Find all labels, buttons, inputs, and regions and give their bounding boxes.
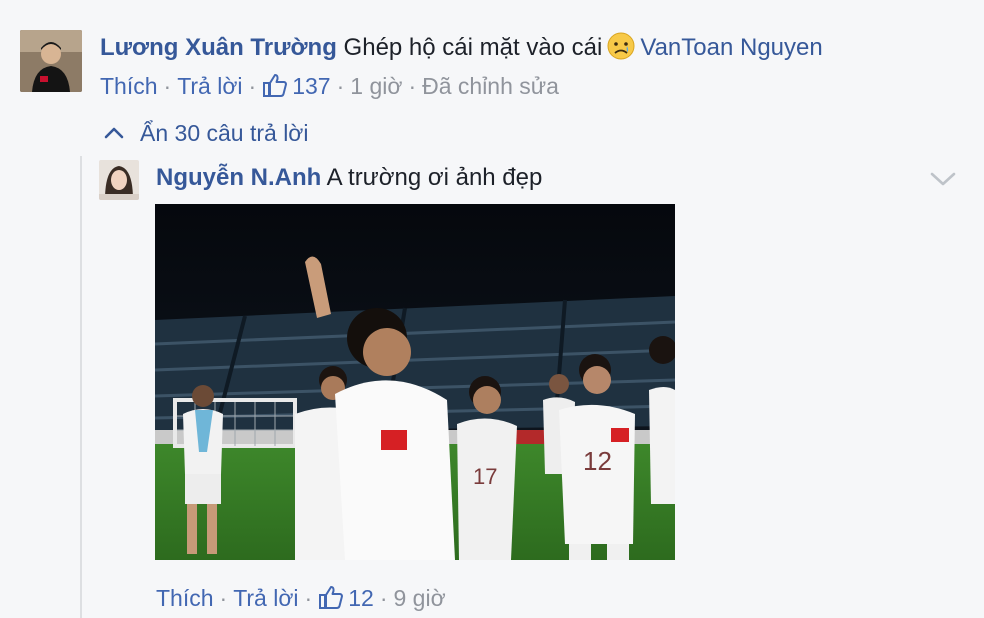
comment-options-button[interactable] [928, 166, 958, 192]
like-link[interactable]: Thích [156, 585, 214, 611]
reply-author-link[interactable]: Nguyễn N.Anh [156, 164, 321, 191]
avatar-photo [99, 160, 139, 200]
hide-replies-link[interactable]: Ẩn 30 câu trả lời [104, 118, 309, 148]
reply-actions: Thích · Trả lời · 12 · 9 giờ [156, 583, 446, 617]
reply-avatar[interactable] [99, 160, 139, 200]
tagged-user-link[interactable]: VanToan Nguyen [640, 34, 822, 61]
timestamp[interactable]: 9 giờ [393, 585, 445, 611]
separator: · [163, 73, 172, 99]
reply-link[interactable]: Trả lời [177, 73, 242, 99]
football-team-photo: 17 12 [155, 204, 675, 560]
reply-link[interactable]: Trả lời [233, 585, 298, 611]
separator: · [336, 73, 345, 99]
avatar[interactable] [20, 30, 82, 92]
timestamp[interactable]: 1 giờ [350, 73, 402, 99]
separator: · [379, 585, 388, 611]
comment-author-link[interactable]: Lương Xuân Trường [100, 34, 337, 61]
like-count: 12 [348, 585, 374, 611]
like-count: 137 [292, 73, 331, 99]
chevron-down-icon [930, 172, 956, 186]
reply-thread-line [80, 156, 82, 618]
thumbs-up-icon [318, 584, 344, 617]
comment-photo[interactable]: 17 12 [155, 204, 675, 560]
like-count-link[interactable]: 137 [262, 73, 331, 99]
crying-face-icon [606, 31, 636, 69]
separator: · [219, 585, 228, 611]
comment-body: Lương Xuân Trường Ghép hộ cái mặt vào cá… [100, 31, 823, 69]
separator: · [304, 585, 313, 611]
reply-text: A trường ơi ảnh đẹp [326, 164, 543, 191]
avatar-photo [20, 30, 82, 92]
comment-actions: Thích · Trả lời · 137 · 1 giờ · Đã chỉnh sửa [100, 71, 559, 105]
hide-replies-label: Ẩn 30 câu trả lời [140, 120, 309, 146]
like-link[interactable]: Thích [100, 73, 158, 99]
edited-label[interactable]: Đã chỉnh sửa [422, 73, 559, 99]
reply-body: Nguyễn N.Anh A trường ơi ảnh đẹp [156, 163, 542, 193]
separator: · [408, 73, 417, 99]
thumbs-up-icon [262, 72, 288, 105]
chevron-up-icon [104, 127, 124, 139]
like-count-link[interactable]: 12 [318, 585, 374, 611]
shirt-number-12: 12 [583, 446, 612, 476]
separator: · [248, 73, 257, 99]
shirt-number-17: 17 [473, 464, 497, 489]
comment-text: Ghép hộ cái mặt vào cái [343, 34, 603, 61]
